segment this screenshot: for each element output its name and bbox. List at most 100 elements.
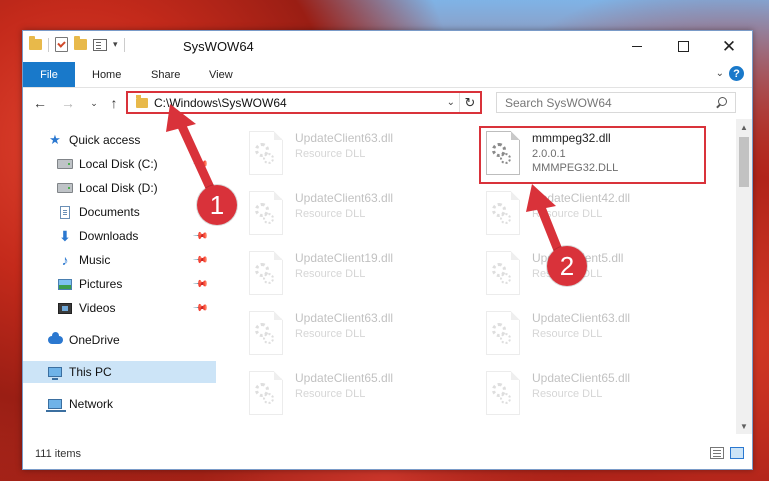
pin-icon[interactable]: 📌 [191,276,208,293]
dll-file-icon [482,191,526,237]
up-arrow-icon[interactable]: ↑ [105,94,123,112]
file-name: UpdateClient19.dll [295,251,394,265]
sidebar-item-pictures[interactable]: Pictures 📌 [23,273,216,295]
file-description: Resource DLL [295,148,366,160]
sidebar-item-local-disk-c[interactable]: Local Disk (C:) 📌 [23,153,216,175]
large-icons-view-icon[interactable] [730,447,744,459]
scroll-down-icon[interactable]: ▼ [736,418,752,434]
tab-file[interactable]: File [23,62,75,87]
title-bar: ▾ SysWOW64 ✕ [23,31,752,62]
help-button[interactable]: ? [729,66,744,81]
dll-file-icon [482,311,526,357]
file-name: UpdateClient63.dll [295,131,394,145]
pin-icon[interactable]: 📌 [191,252,208,269]
sidebar-item-music[interactable]: ♪ Music 📌 [23,249,216,271]
address-path[interactable]: C:\Windows\SysWOW64 [154,96,447,110]
close-icon: ✕ [721,36,737,56]
vertical-scrollbar[interactable]: ▲ ▼ [736,119,752,434]
step-badge-2: 2 [547,246,587,286]
pin-icon[interactable]: 📌 [191,156,208,173]
sidebar-item-local-disk-d[interactable]: Local Disk (D:) [23,177,216,199]
sidebar-item-network[interactable]: Network [23,393,216,415]
item-count: 111 items [35,448,82,460]
file-name: UpdateClient63.dll [295,311,394,325]
recent-locations-chevron-icon[interactable]: ⌄ [85,94,103,112]
file-tile[interactable]: UpdateClient63.dll Resource DLL [454,307,679,362]
new-folder-icon[interactable] [74,36,87,50]
file-description: Resource DLL [532,388,603,400]
file-description: Resource DLL [532,208,603,220]
network-icon [46,397,66,412]
search-icon[interactable] [713,95,729,111]
scrollbar-thumb[interactable] [739,137,749,187]
dll-file-icon [245,131,289,177]
sidebar-item-onedrive[interactable]: OneDrive [23,329,216,351]
address-bar[interactable]: C:\Windows\SysWOW64 ⌄ ↻ [126,91,482,114]
customize-toolbar-icon[interactable] [93,38,107,51]
file-tile[interactable]: UpdateClient63.dll Resource DLL [217,187,442,242]
video-icon [57,301,73,315]
sidebar-item-label: Downloads [79,229,139,243]
sidebar-item-quick-access[interactable]: ★ Quick access [23,129,216,151]
file-tile[interactable]: UpdateClient65.dll Resource DLL [454,367,679,422]
tab-home[interactable]: Home [92,62,121,87]
file-tile[interactable]: UpdateClient63.dll Resource DLL [217,127,442,182]
file-name: UpdateClient65.dll [532,371,631,385]
file-description: Resource DLL [295,268,366,280]
search-box[interactable]: Search SysWOW64 [496,92,736,113]
document-icon [57,205,73,219]
file-name: UpdateClient63.dll [532,311,631,325]
divider [123,37,125,52]
pictures-icon [57,277,73,291]
pin-icon[interactable]: 📌 [191,228,208,245]
sidebar-item-this-pc[interactable]: This PC [23,361,216,383]
sidebar-item-videos[interactable]: Videos 📌 [23,297,216,319]
refresh-icon[interactable]: ↻ [459,93,480,112]
sidebar-item-label: OneDrive [69,333,120,347]
tab-share[interactable]: Share [151,62,180,87]
highlight-box [479,126,706,184]
drive-icon [57,157,73,171]
chevron-down-icon[interactable]: ⌄ [447,97,455,108]
sidebar-item-label: Pictures [79,277,123,291]
tab-view[interactable]: View [209,62,233,87]
file-tile[interactable]: UpdateClient42.dll Resource DLL [454,187,679,242]
minimize-button[interactable] [614,31,660,61]
folder-icon[interactable] [29,36,42,50]
step-badge-1: 1 [197,185,237,225]
dll-file-icon [245,371,289,417]
search-input[interactable]: Search SysWOW64 [505,96,713,110]
file-description: Resource DLL [532,328,603,340]
navigation-pane: ★ Quick access Local Disk (C:) 📌 Local D… [23,119,216,434]
file-description: Resource DLL [295,208,366,220]
folder-icon [136,94,148,108]
details-view-icon[interactable] [710,447,724,459]
scroll-up-icon[interactable]: ▲ [736,119,752,135]
close-button[interactable]: ✕ [706,31,752,61]
sidebar-item-label: Local Disk (D:) [79,181,158,195]
back-arrow-icon[interactable]: ← [31,94,49,112]
properties-check-icon[interactable] [55,37,68,52]
quick-access-toolbar: ▾ [29,36,125,52]
file-description: Resource DLL [295,328,366,340]
file-name: UpdateClient63.dll [295,191,394,205]
explorer-window: ▾ SysWOW64 ✕ File Home Share View ⌄ ? ← … [22,30,753,470]
star-icon: ★ [49,132,61,147]
sidebar-item-documents[interactable]: Documents [23,201,216,223]
sidebar-item-label: Quick access [69,133,141,147]
status-bar: 111 items [23,439,752,469]
expand-ribbon-icon[interactable]: ⌄ [716,68,724,79]
pin-icon[interactable]: 📌 [191,300,208,317]
file-tile[interactable]: UpdateClient19.dll Resource DLL [217,247,442,302]
cloud-icon [47,332,63,347]
computer-icon [47,365,63,380]
file-tile[interactable]: UpdateClient63.dll Resource DLL [217,307,442,362]
maximize-button[interactable] [660,31,706,61]
sidebar-item-downloads[interactable]: ⬇ Downloads 📌 [23,225,216,247]
forward-arrow-icon[interactable]: → [59,94,77,112]
drive-icon [57,181,73,195]
sidebar-item-label: Network [69,397,114,411]
file-list: UpdateClient63.dll Resource DLL mmmpeg32.… [217,119,731,434]
chevron-down-icon[interactable]: ▾ [113,39,118,50]
file-tile[interactable]: UpdateClient65.dll Resource DLL [217,367,442,422]
